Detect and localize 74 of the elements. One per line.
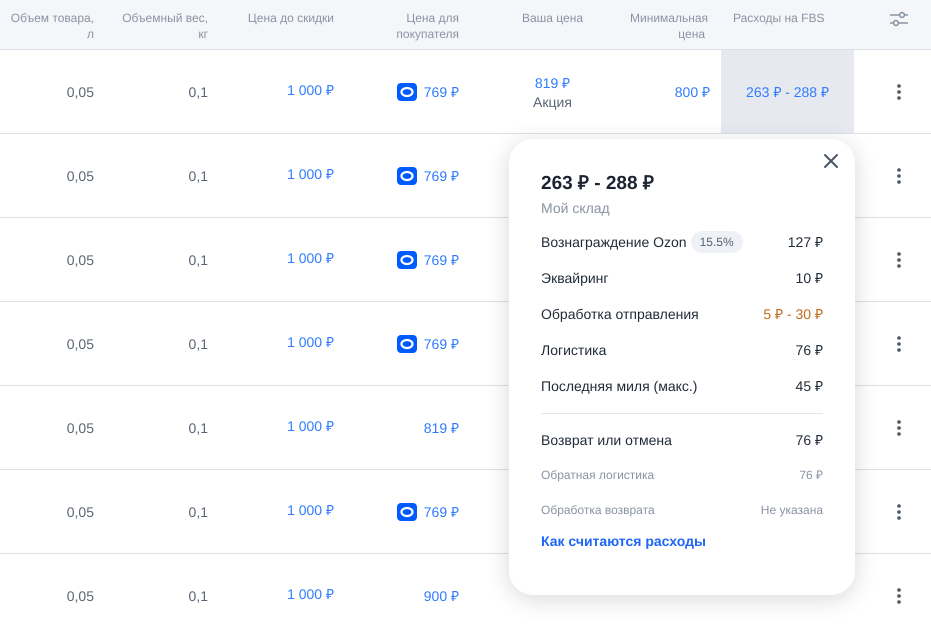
price-before-cell-text: 1 000 ₽ (287, 81, 334, 99)
weight-cell: 0,1 (188, 84, 208, 100)
buyer-price-cell-text: 769 ₽ (424, 251, 459, 269)
price-before-cell-text: 1 000 ₽ (287, 417, 334, 435)
how-costs-link[interactable]: Как считаются расходы (541, 533, 706, 549)
price-before-cell-text: 1 000 ₽ (287, 249, 334, 267)
column-header: Расходы на FBS (733, 11, 824, 25)
cost-label: Логистика (541, 341, 606, 360)
column-header: Ваша цена (522, 11, 584, 25)
cost-label: Вознаграждение Ozon (541, 233, 687, 252)
cost-label: Обработка отправления (541, 305, 699, 324)
volume-cell: 0,05 (66, 588, 94, 604)
cost-label: Последняя миля (макс.) (541, 377, 698, 396)
cost-label: Обработка возврата (541, 502, 655, 519)
popover-title: 263 ₽ - 288 ₽ (541, 172, 655, 195)
column-header: Минимальная цена (630, 11, 708, 41)
card-icon (396, 334, 417, 352)
cost-value: 76 ₽ (799, 467, 823, 484)
column-header: Цена для покупателя (396, 11, 459, 41)
weight-cell: 0,1 (188, 336, 208, 352)
buyer-price-cell-text: 769 ₽ (424, 503, 459, 521)
cost-value: 5 ₽ - 30 ₽ (763, 305, 823, 324)
buyer-price-cell-text: 769 ₽ (424, 335, 459, 353)
percent-badge: 15.5% (690, 231, 743, 253)
warehouse-label: Мой склад (541, 200, 611, 216)
price-before-cell-text: 1 000 ₽ (287, 585, 334, 603)
more-icon[interactable] (896, 168, 900, 184)
cost-label: Обратная логистика (541, 467, 654, 484)
cost-value: 45 ₽ (796, 377, 823, 396)
card-icon (396, 250, 417, 268)
cost-value: Не указана (760, 502, 823, 519)
settings-icon[interactable] (888, 10, 908, 28)
weight-cell: 0,1 (188, 420, 208, 436)
volume-cell: 0,05 (66, 420, 94, 436)
buyer-price-cell-text: 769 ₽ (424, 83, 459, 101)
your-price-cell-text: 819 ₽ (534, 74, 570, 92)
promo-label: Акция (533, 94, 572, 110)
close-icon (823, 153, 839, 169)
fbs-cell[interactable]: 263 ₽ - 288 ₽ (721, 50, 854, 133)
more-icon[interactable] (896, 420, 900, 436)
card-icon (396, 502, 417, 520)
more-icon[interactable] (896, 588, 900, 604)
weight-cell: 0,1 (188, 588, 208, 604)
cost-label: Возврат или отмена (541, 431, 672, 450)
cost-value: 76 ₽ (796, 341, 823, 360)
volume-cell: 0,05 (66, 252, 94, 268)
more-icon[interactable] (896, 252, 900, 268)
weight-cell: 0,1 (188, 168, 208, 184)
cost-label: Эквайринг (541, 269, 609, 288)
volume-cell: 0,05 (66, 168, 94, 184)
min-price-cell-text: 800 ₽ (674, 83, 710, 101)
card-icon (396, 82, 417, 100)
weight-cell: 0,1 (188, 504, 208, 520)
buyer-price-cell-text: 819 ₽ (424, 419, 459, 437)
card-icon (396, 166, 417, 184)
column-header: Цена до скидки (248, 11, 334, 25)
more-icon[interactable] (896, 504, 900, 520)
cost-value: 10 ₽ (796, 269, 823, 288)
buyer-price-cell-text: 769 ₽ (424, 167, 459, 185)
column-header: Объем товара, л (10, 11, 94, 41)
weight-cell: 0,1 (188, 252, 208, 268)
cost-value: 127 ₽ (788, 233, 823, 252)
more-icon[interactable] (896, 84, 900, 100)
price-before-cell-text: 1 000 ₽ (287, 165, 334, 183)
buyer-price-cell-text: 900 ₽ (424, 587, 459, 605)
column-header: Объемный вес, кг (122, 11, 208, 41)
close-button[interactable] (823, 153, 839, 169)
price-before-cell-text: 1 000 ₽ (287, 501, 334, 519)
price-before-cell-text: 1 000 ₽ (287, 333, 334, 351)
volume-cell: 0,05 (66, 84, 94, 100)
cost-value: 76 ₽ (796, 431, 823, 450)
volume-cell: 0,05 (66, 504, 94, 520)
more-icon[interactable] (896, 336, 900, 352)
volume-cell: 0,05 (66, 336, 94, 352)
